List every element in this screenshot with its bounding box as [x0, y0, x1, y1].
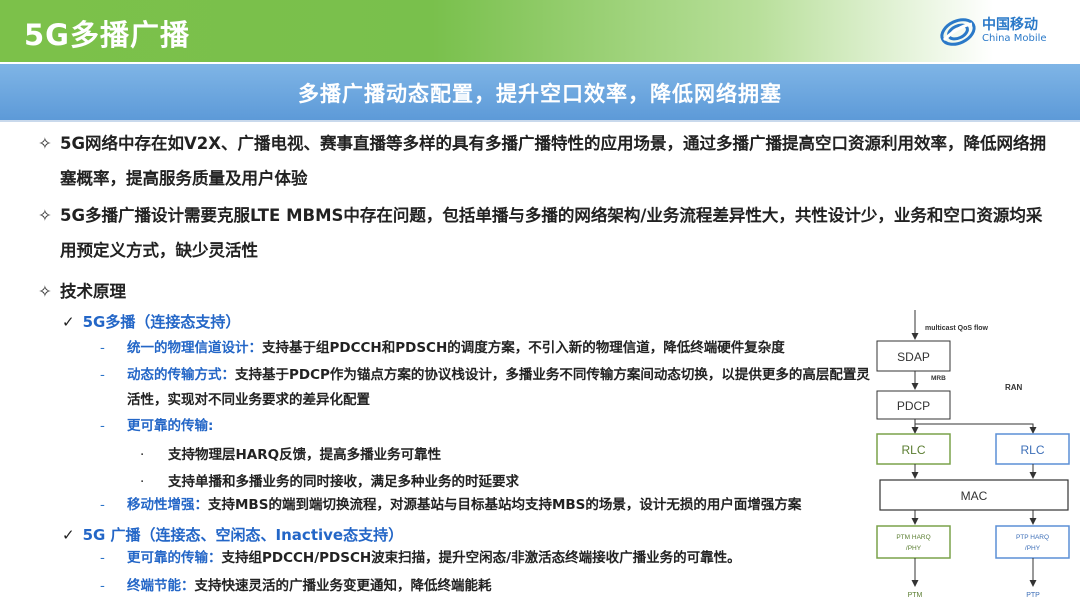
check-icon: ✓	[62, 313, 75, 331]
bullet-text: 5G网络中存在如V2X、广播电视、赛事直播等多样的具有多播广播特性的应用场景，通…	[60, 134, 1046, 188]
banner-text: 多播广播动态配置，提升空口效率，降低网络拥塞	[298, 82, 782, 106]
mrb-label: MRB	[931, 375, 946, 382]
check-icon: ✓	[62, 526, 75, 544]
item-text: 支持基于组PDCCH和PDSCH的调度方案，不引入新的物理信道，降低终端硬件复杂…	[262, 340, 785, 356]
sub-item-text: 支持物理层HARQ反馈，提高多播业务可靠性	[168, 447, 442, 463]
item-text: 支持MBS的端到端切换流程，对源基站与目标基站均支持MBS的场景，设计无损的用户…	[208, 497, 802, 513]
list-item: - 终端节能：支持快速灵活的广播业务变更通知，降低终端能耗	[100, 574, 870, 599]
page-title: 5G多播广播	[24, 18, 190, 52]
bullet-item: ✧ 5G网络中存在如V2X、广播电视、赛事直播等多样的具有多播广播特性的应用场景…	[38, 126, 1058, 196]
ptp-harq-label: PTP HARQ	[1016, 534, 1049, 541]
broadcast-heading: ✓ 5G 广播（连接态、空闲态、Inactive态支持）	[62, 524, 403, 545]
dash-bullet: -	[100, 418, 105, 434]
dash-bullet: -	[100, 550, 105, 566]
item-text: 支持组PDCCH/PDSCH波束扫描，提升空闲态/非激活态终端接收广播业务的可靠…	[221, 550, 741, 566]
subtitle-banner: 多播广播动态配置，提升空口效率，降低网络拥塞	[0, 64, 1080, 122]
mac-label: MAC	[961, 489, 988, 503]
ptm-label: PTM	[908, 592, 923, 599]
list-item: - 动态的传输方式：支持基于PDCP作为锚点方案的协议栈设计，多播业务不同传输方…	[100, 363, 870, 413]
rlc-left-label: RLC	[901, 443, 925, 457]
item-label: 移动性增强：	[127, 497, 208, 513]
diamond-bullet-icon: ✧	[38, 134, 52, 153]
dash-bullet: -	[100, 497, 105, 513]
pdcp-label: PDCP	[897, 399, 930, 413]
china-mobile-logo: 中国移动 China Mobile	[938, 12, 1058, 52]
rlc-right-label: RLC	[1020, 443, 1044, 457]
item-label: 更可靠的传输:	[127, 418, 214, 434]
item-label: 统一的物理信道设计：	[127, 340, 262, 356]
multicast-heading-text: 5G多播（连接态支持）	[82, 313, 241, 331]
bullet-item: ✧ 5G多播广播设计需要克服LTE MBMS中存在问题，包括单播与多播的网络架构…	[38, 198, 1058, 268]
bullet-text: 5G多播广播设计需要克服LTE MBMS中存在问题，包括单播与多播的网络架构/业…	[60, 206, 1043, 260]
ptp-harq-box	[995, 525, 1070, 559]
china-mobile-logo-icon	[940, 18, 976, 46]
dot-bullet: ·	[140, 474, 145, 490]
dot-bullet: ·	[140, 447, 145, 463]
header-bar: 5G多播广播 中国移动 China Mobile	[0, 0, 1080, 62]
sub-list-item: · 支持单播和多播业务的同时接收，满足多种业务的时延要求	[140, 470, 519, 490]
ptm-harq-label: PTM HARQ	[896, 534, 930, 541]
qos-flow-label: multicast QoS flow	[925, 325, 989, 332]
item-label: 更可靠的传输：	[127, 550, 222, 566]
item-text: 支持基于PDCP作为锚点方案的协议栈设计，多播业务不同传输方案间动态切换，以提供…	[127, 367, 870, 408]
ptp-label: PTP	[1026, 592, 1040, 599]
list-item: - 移动性增强：支持MBS的端到端切换流程，对源基站与目标基站均支持MBS的场景…	[100, 493, 870, 518]
branch-line	[915, 423, 1037, 434]
item-label: 动态的传输方式：	[127, 367, 235, 383]
diamond-bullet-icon: ✧	[38, 206, 52, 225]
dash-bullet: -	[100, 367, 105, 383]
bullet-item: ✧ 技术原理	[38, 274, 126, 309]
multicast-heading: ✓ 5G多播（连接态支持）	[62, 311, 240, 332]
logo-text-en: China Mobile	[982, 33, 1047, 44]
sub-item-text: 支持单播和多播业务的同时接收，满足多种业务的时延要求	[168, 474, 519, 490]
protocol-stack-diagram: multicast QoS flow SDAP MRB RAN PDCP RLC…	[876, 310, 1070, 599]
dash-bullet: -	[100, 578, 105, 594]
ptp-phy-label: /PHY	[1025, 545, 1041, 552]
broadcast-heading-text: 5G 广播（连接态、空闲态、Inactive态支持）	[82, 526, 404, 544]
sdap-label: SDAP	[897, 350, 930, 364]
list-item: - 更可靠的传输：支持组PDCCH/PDSCH波束扫描，提升空闲态/非激活态终端…	[100, 546, 870, 571]
bullet-text: 技术原理	[60, 282, 126, 301]
ptm-phy-label: /PHY	[906, 545, 922, 552]
diamond-bullet-icon: ✧	[38, 282, 52, 301]
logo-text-cn: 中国移动	[982, 17, 1038, 33]
item-text: 支持快速灵活的广播业务变更通知，降低终端能耗	[194, 578, 492, 594]
list-item: - 更可靠的传输:	[100, 414, 870, 439]
dash-bullet: -	[100, 340, 105, 356]
item-label: 终端节能：	[127, 578, 195, 594]
sub-list-item: · 支持物理层HARQ反馈，提高多播业务可靠性	[140, 443, 441, 463]
ptm-harq-box	[876, 525, 951, 559]
ran-label: RAN	[1005, 383, 1023, 392]
list-item: - 统一的物理信道设计：支持基于组PDCCH和PDSCH的调度方案，不引入新的物…	[100, 336, 870, 361]
